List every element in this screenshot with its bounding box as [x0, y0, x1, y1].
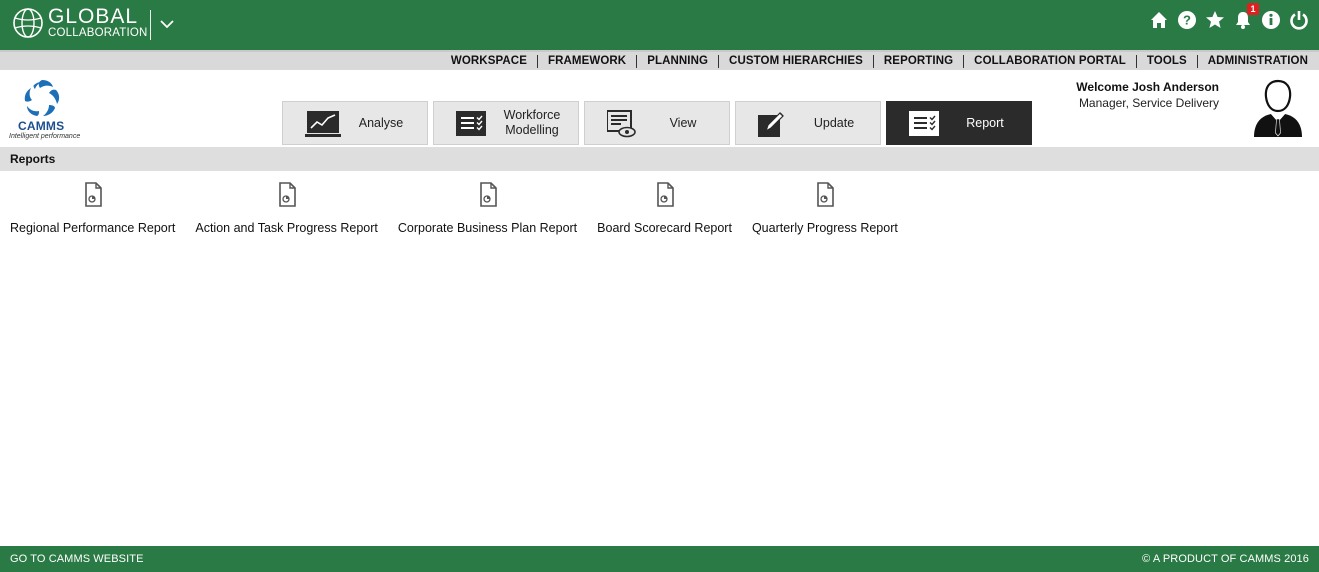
power-icon[interactable] [1289, 10, 1309, 30]
report-file-icon [84, 182, 102, 207]
menu-planning[interactable]: PLANNING [636, 54, 718, 68]
tile-label: Report [966, 115, 1004, 130]
menu-framework[interactable]: FRAMEWORK [536, 54, 636, 68]
camms-website-link[interactable]: GO TO CAMMS WEBSITE [10, 553, 144, 565]
report-board-scorecard[interactable]: Board Scorecard Report [597, 181, 732, 235]
user-welcome: Welcome Josh Anderson Manager, Service D… [1076, 80, 1219, 110]
avatar[interactable] [1253, 78, 1303, 138]
report-file-icon [817, 182, 834, 207]
top-bar: GLOBAL COLLABORATION ? 1 [0, 0, 1319, 50]
camms-tagline: Intelligent performance [9, 133, 81, 140]
notification-badge: 1 [1247, 3, 1259, 15]
tile-label: View [669, 115, 697, 130]
notifications[interactable]: 1 [1233, 3, 1259, 30]
star-icon[interactable] [1205, 10, 1225, 30]
report-label: Regional Performance Report [10, 221, 176, 235]
report-action-task-progress[interactable]: Action and Task Progress Report [195, 181, 378, 235]
app-logo[interactable]: GLOBAL COLLABORATION [12, 6, 148, 40]
chart-icon [305, 111, 341, 137]
chevron-down-icon[interactable] [158, 15, 176, 33]
checklist-icon [456, 111, 486, 136]
main-menu: WORKSPACE FRAMEWORK PLANNING CUSTOM HIER… [441, 52, 1308, 70]
footer: GO TO CAMMS WEBSITE © A PRODUCT OF CAMMS… [0, 546, 1319, 572]
home-icon[interactable] [1149, 10, 1169, 30]
menu-reporting[interactable]: REPORTING [872, 54, 963, 68]
camms-logo-text: CAMMS [18, 119, 65, 133]
brand-line2: COLLABORATION [48, 27, 148, 39]
tile-label: Update [813, 115, 855, 130]
report-corporate-business-plan[interactable]: Corporate Business Plan Report [398, 181, 577, 235]
reports-section-header: Reports [0, 147, 1319, 171]
report-label: Action and Task Progress Report [195, 221, 378, 235]
copyright-text: © A PRODUCT OF CAMMS 2016 [1142, 553, 1309, 565]
tile-label: Workforce Modelling [503, 108, 561, 137]
report-file-icon [656, 182, 674, 207]
brand-name: GLOBAL COLLABORATION [48, 6, 148, 40]
menu-workspace[interactable]: WORKSPACE [441, 55, 537, 68]
tile-update[interactable]: Update [735, 101, 881, 145]
module-tiles: Analyse Workforce Modelling View Update … [282, 101, 1032, 145]
main-menu-bar: WORKSPACE FRAMEWORK PLANNING CUSTOM HIER… [0, 50, 1319, 70]
tile-analyse[interactable]: Analyse [282, 101, 428, 145]
reports-list: Regional Performance Report Action and T… [10, 181, 918, 235]
welcome-text: Welcome Josh Anderson [1076, 80, 1219, 94]
menu-administration[interactable]: ADMINISTRATION [1196, 54, 1308, 68]
report-label: Board Scorecard Report [597, 221, 732, 235]
report-file-icon [479, 182, 497, 207]
report-label: Corporate Business Plan Report [397, 221, 578, 235]
help-icon[interactable]: ? [1177, 10, 1197, 30]
user-role: Manager, Service Delivery [1078, 96, 1219, 110]
report-regional-performance[interactable]: Regional Performance Report [10, 181, 175, 235]
tile-label: Analyse [358, 115, 404, 130]
report-file-icon [278, 182, 296, 207]
tile-report[interactable]: Report [886, 101, 1032, 145]
brand-divider [150, 10, 151, 40]
report-quarterly-progress[interactable]: Quarterly Progress Report [752, 181, 898, 235]
menu-collaboration-portal[interactable]: COLLABORATION PORTAL [963, 54, 1136, 68]
report-label: Quarterly Progress Report [751, 221, 898, 235]
top-icons: ? 1 [1149, 3, 1309, 30]
brand-line1: GLOBAL [48, 5, 139, 28]
menu-tools[interactable]: TOOLS [1135, 54, 1197, 68]
menu-custom-hierarchies[interactable]: CUSTOM HIERARCHIES [718, 54, 873, 68]
view-icon [607, 110, 636, 138]
globe-icon [13, 7, 43, 38]
report-icon [909, 111, 939, 136]
info-icon[interactable] [1261, 10, 1281, 30]
tile-workforce-modelling[interactable]: Workforce Modelling [433, 101, 579, 145]
section-title: Reports [10, 152, 56, 166]
pen-icon [758, 112, 784, 137]
tile-view[interactable]: View [584, 101, 730, 145]
svg-text:?: ? [1183, 13, 1191, 28]
